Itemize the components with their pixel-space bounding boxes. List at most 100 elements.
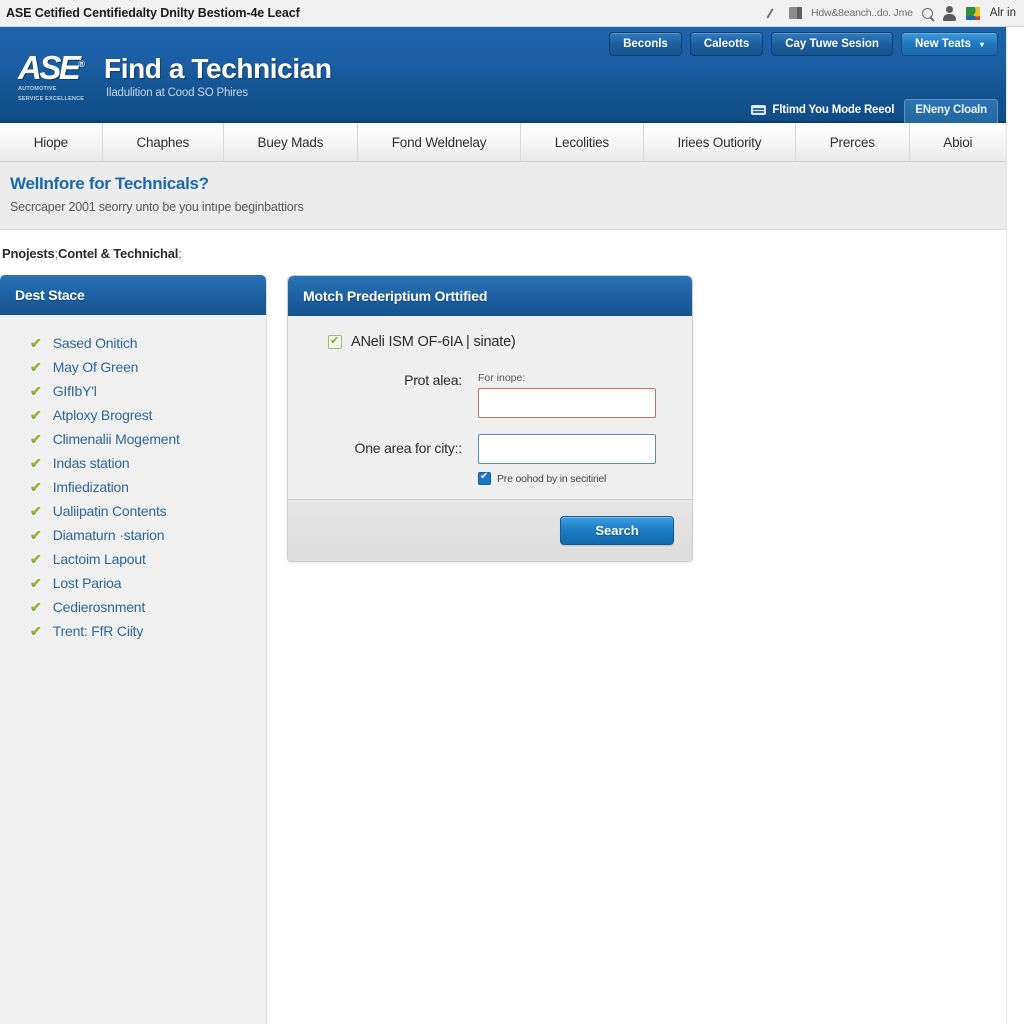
user-label[interactable]: Alr in (990, 7, 1016, 19)
sidebar-title: Dest Stace (0, 275, 266, 315)
site-header: ASE® AUTOMOTIVE SERVICE EXCELLENCE Find … (0, 27, 1006, 123)
field-row-prot-alea: Prot alea: For inope: (288, 372, 692, 418)
search-card-body: ANeli ISM OF-6IA | sinate) Prot alea: Fo… (288, 316, 692, 499)
nav-item-prerces[interactable]: Prerces (796, 123, 910, 161)
browser-toolbar: ASE Cetified Centifiedalty Dnilty Bestio… (0, 0, 1024, 27)
promo-subtext: Secrcaper 2001 seorry unto be you intıpe… (10, 200, 304, 214)
breadcrumb-item-2[interactable]: Contel & Technichal (58, 246, 178, 261)
search-card: Motch Prederiptium Orttified ANeli ISM O… (287, 275, 693, 562)
sidebar-item-imfiedization[interactable]: ✔ Imfiedization (0, 475, 266, 499)
browser-toolbar-right: Hdw&8eanch..do. Jme Alr in (765, 5, 1024, 21)
sidebar-item-label: May Of Green (52, 359, 139, 375)
check-icon: ✔ (30, 407, 42, 423)
prot-alea-input[interactable] (478, 388, 656, 418)
bookmark-icon[interactable] (788, 7, 802, 19)
sidebar-item-trent-ffr-ciity[interactable]: ✔ Trent: FfR Ciity (0, 619, 266, 643)
header-button-caleotts[interactable]: Caleotts (689, 32, 764, 56)
sub-checkbox-row[interactable]: Pre oohod by in secitiriel (478, 470, 668, 485)
header-button-group: Beconls Caleotts Cay Tuwe Sesion New Tea… (609, 32, 998, 56)
right-gutter (1006, 27, 1024, 1024)
check-icon: ✔ (30, 599, 42, 615)
primary-checkbox-label: ANeli ISM OF-6IA | sinate) (351, 334, 516, 350)
main-navigation: Hiope Chaphes Buey Mads Fond Weldnelay L… (0, 123, 1006, 162)
sidebar-item-label: Atploxy Brogrest (52, 407, 153, 423)
sidebar-item-climenalii-mogement[interactable]: ✔ Climenalii Mogement (0, 427, 266, 451)
content-columns: Dest Stace ✔ Sased Onitich ✔ May Of Gree… (0, 275, 1006, 1024)
promo-band: WelInfore for Technicals? Secrcaper 2001… (0, 162, 1006, 230)
sub-checkbox-label: Pre oohod by in secitiriel (497, 472, 607, 485)
search-icon[interactable] (921, 7, 933, 19)
check-icon: ✔ (30, 527, 42, 543)
primary-checkbox-row[interactable]: ANeli ISM OF-6IA | sinate) (288, 334, 692, 350)
sidebar-item-ualiipatin-contents[interactable]: ✔ Ualiipatin Contents (0, 499, 266, 523)
primary-checkbox[interactable] (328, 334, 342, 349)
address-text[interactable]: Hdw&8eanch..do. Jme (811, 7, 913, 19)
nav-item-lecolities[interactable]: Lecolities (521, 123, 644, 161)
nav-item-buey-mads[interactable]: Buey Mads (224, 123, 359, 161)
check-icon: ✔ (30, 503, 42, 519)
header-link-find-you-mode-reeol[interactable]: Fltimd You Mode Reeol (741, 100, 904, 123)
sidebar-item-label: Climenalii Mogement (52, 431, 180, 447)
check-icon: ✔ (30, 551, 42, 567)
check-icon: ✔ (30, 431, 42, 447)
nav-item-fond-weldnelay[interactable]: Fond Weldnelay (358, 123, 521, 161)
person-icon[interactable] (942, 5, 957, 21)
header-button-new-teats[interactable]: New Teats ▾ (900, 32, 998, 56)
check-icon: ✔ (30, 455, 42, 471)
header-link-eneny-cloaln[interactable]: ENeny Cloaln (904, 99, 998, 123)
sidebar-item-gifibyl[interactable]: ✔ GIfIbY'l (0, 379, 266, 403)
header-button-cay-tuwe-sesion[interactable]: Cay Tuwe Sesion (771, 32, 893, 56)
search-button[interactable]: Search (560, 516, 674, 545)
sidebar-item-label: Ualiipatin Contents (52, 503, 167, 519)
sidebar-item-label: Trent: FfR Ciity (52, 623, 144, 639)
sidebar-item-label: Indas station (52, 455, 130, 471)
check-icon: ✔ (30, 479, 42, 495)
nav-item-iriees-outiority[interactable]: Iriees Outiority (644, 123, 796, 161)
check-icon: ✔ (30, 383, 42, 399)
sidebar-item-label: Imfiedization (52, 479, 129, 495)
sidebar-item-label: Cedierosnment (52, 599, 146, 615)
sidebar-item-label: Lactoim Lapout (52, 551, 146, 567)
one-area-for-city-input[interactable] (478, 434, 656, 464)
sidebar-item-label: Lost Parioa (52, 575, 122, 591)
sidebar-item-sased-onitich[interactable]: ✔ Sased Onitich (0, 331, 266, 355)
sidebar-item-lactoim-lapout[interactable]: ✔ Lactoim Lapout (0, 547, 266, 571)
puzzle-icon[interactable] (965, 6, 981, 21)
check-icon: ✔ (30, 335, 42, 351)
sidebar-item-atploxy-brogrest[interactable]: ✔ Atploxy Brogrest (0, 403, 266, 427)
sidebar-list: ✔ Sased Onitich ✔ May Of Green ✔ GIfIbY'… (0, 315, 266, 643)
logo-mark: ASE® (18, 49, 85, 86)
page-canvas: ASE® AUTOMOTIVE SERVICE EXCELLENCE Find … (0, 27, 1006, 1024)
sidebar-item-cedierosnment[interactable]: ✔ Cedierosnment (0, 595, 266, 619)
sidebar-item-may-of-green[interactable]: ✔ May Of Green (0, 355, 266, 379)
logo-subtext-1: AUTOMOTIVE (18, 86, 57, 92)
card-icon (751, 105, 767, 115)
field-col-prot-alea: For inope: (478, 372, 668, 418)
logo-subtext-2: SERVICE EXCELLENCE (18, 96, 85, 102)
check-icon: ✔ (30, 623, 42, 639)
breadcrumb: Pnojests;Contel & Technichal; (0, 230, 1006, 261)
browser-tab-title: ASE Cetified Centifiedalty Dnilty Bestio… (6, 6, 300, 20)
field-row-one-area-for-city: One area for city:: Pre oohod by in seci… (288, 434, 692, 485)
sidebar-item-label: GIfIbY'l (52, 383, 97, 399)
sub-checkbox[interactable] (478, 470, 491, 485)
sidebar-item-label: Diamaturn ·starion (52, 527, 165, 543)
page-tagline: Iladulition at Cood SO Phires (106, 87, 248, 99)
nav-item-hiope[interactable]: Hiope (0, 123, 103, 161)
nav-item-abioi[interactable]: Abioi (910, 123, 1006, 161)
pencil-icon[interactable] (765, 6, 780, 21)
chevron-down-icon: ▾ (979, 39, 984, 49)
check-icon: ✔ (30, 359, 42, 375)
nav-item-chaphes[interactable]: Chaphes (103, 123, 224, 161)
page-title: Find a Technician (104, 53, 332, 84)
sidebar-item-indas-station[interactable]: ✔ Indas station (0, 451, 266, 475)
header-button-beconls[interactable]: Beconls (609, 32, 682, 56)
sidebar-item-diamaturn-starion[interactable]: ✔ Diamaturn ·starion (0, 523, 266, 547)
sidebar-item-lost-parioa[interactable]: ✔ Lost Parioa (0, 571, 266, 595)
field-label-prot-alea: Prot alea: (404, 372, 462, 388)
header-link-group: Fltimd You Mode Reeol ENeny Cloaln (741, 99, 998, 123)
field-col-one-area-for-city: Pre oohod by in secitiriel (478, 434, 668, 485)
breadcrumb-item-1[interactable]: Pnojests (2, 246, 55, 261)
ase-logo[interactable]: ASE® AUTOMOTIVE SERVICE EXCELLENCE (18, 49, 96, 103)
promo-heading: WelInfore for Technicals? (10, 174, 209, 193)
